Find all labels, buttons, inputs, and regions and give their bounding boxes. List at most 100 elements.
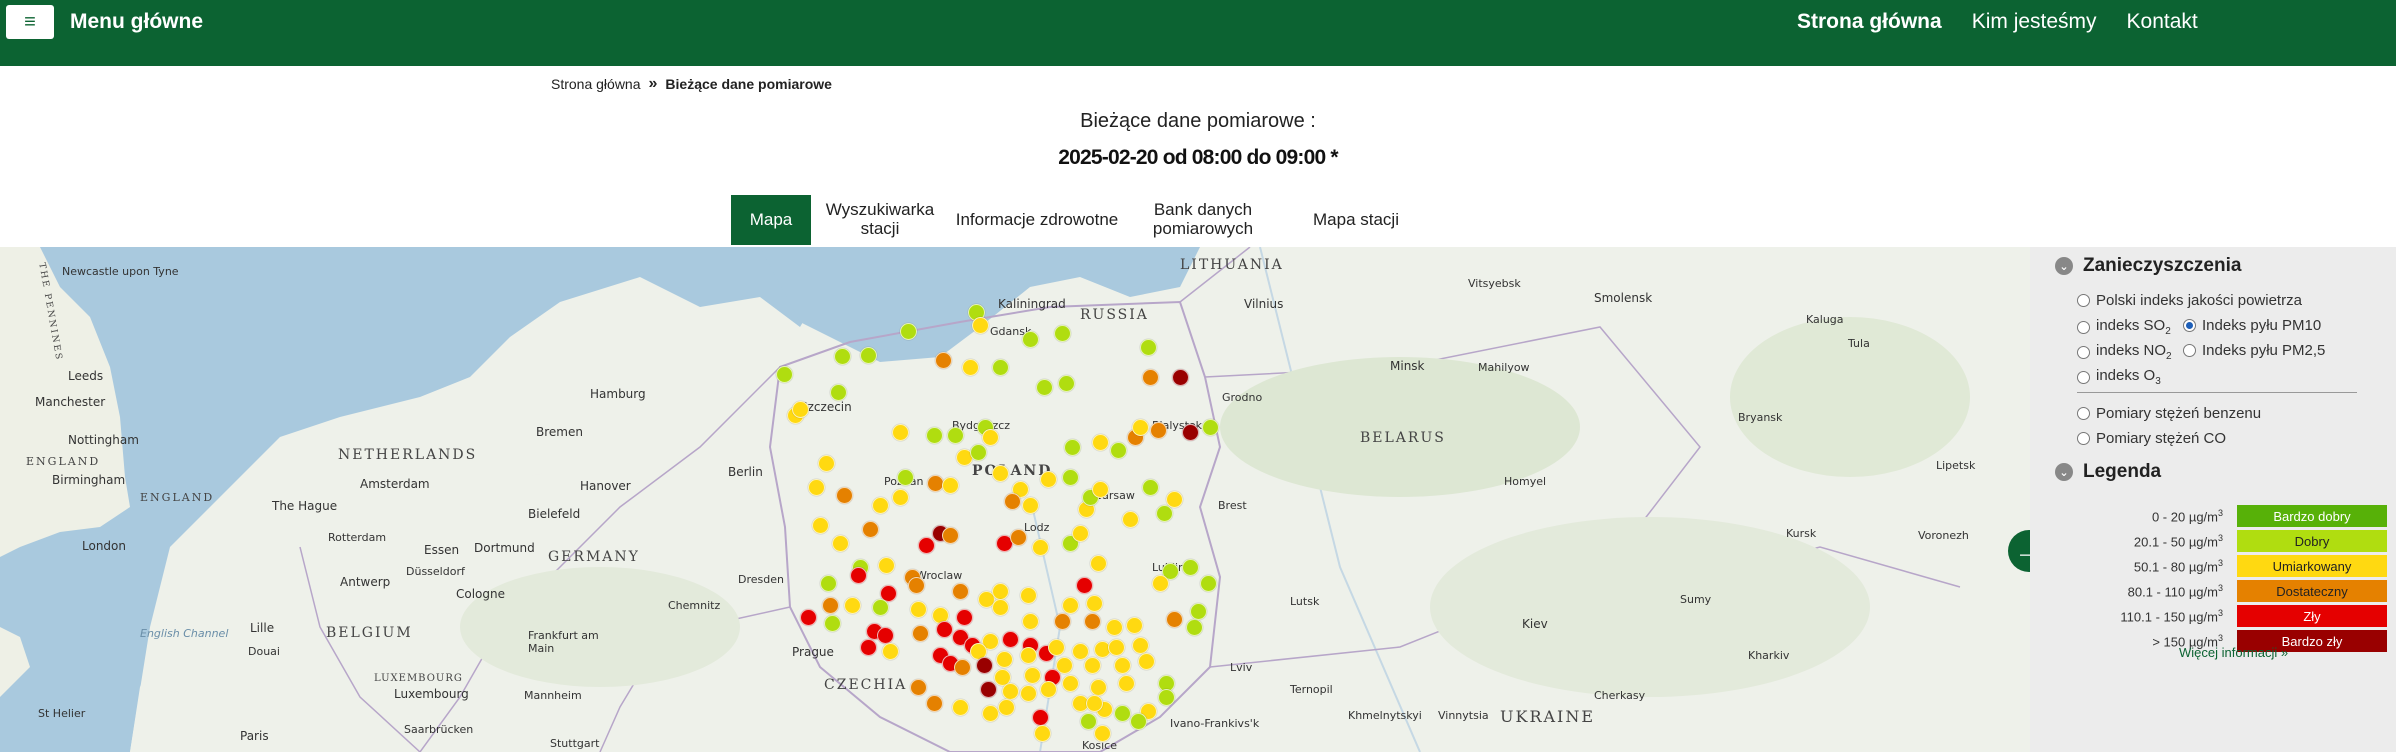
station-marker[interactable] (992, 359, 1009, 376)
station-marker[interactable] (1092, 434, 1109, 451)
station-marker[interactable] (1020, 587, 1037, 604)
station-marker[interactable] (1122, 511, 1139, 528)
radio-no2[interactable] (2077, 345, 2090, 359)
station-marker[interactable] (1020, 685, 1037, 702)
station-marker[interactable] (1142, 369, 1159, 386)
station-marker[interactable] (882, 643, 899, 660)
station-marker[interactable] (808, 479, 825, 496)
station-marker[interactable] (1132, 419, 1149, 436)
station-marker[interactable] (1172, 369, 1189, 386)
station-marker[interactable] (822, 597, 839, 614)
station-marker[interactable] (1034, 725, 1051, 742)
station-marker[interactable] (1094, 725, 1111, 742)
radio-benzene[interactable] (2077, 407, 2090, 420)
station-marker[interactable] (970, 444, 987, 461)
station-marker[interactable] (1138, 653, 1155, 670)
station-marker[interactable] (1158, 689, 1175, 706)
station-marker[interactable] (992, 599, 1009, 616)
station-marker[interactable] (1040, 681, 1057, 698)
radio-co[interactable] (2077, 432, 2090, 445)
option-benzene[interactable]: Pomiary stężeń benzenu (2077, 405, 2261, 422)
station-marker[interactable] (1010, 529, 1027, 546)
more-info-link[interactable]: Więcej informacji » (2179, 645, 2288, 660)
station-marker[interactable] (830, 384, 847, 401)
station-marker[interactable] (1004, 493, 1021, 510)
station-marker[interactable] (1084, 613, 1101, 630)
station-marker[interactable] (996, 651, 1013, 668)
station-marker[interactable] (800, 609, 817, 626)
station-marker[interactable] (1062, 597, 1079, 614)
station-marker[interactable] (844, 597, 861, 614)
radio-so2[interactable] (2077, 320, 2090, 334)
station-marker[interactable] (918, 537, 935, 554)
radio-o3[interactable] (2077, 370, 2090, 384)
station-marker[interactable] (1140, 339, 1157, 356)
station-marker[interactable] (1132, 637, 1149, 654)
station-marker[interactable] (1022, 331, 1039, 348)
station-marker[interactable] (942, 527, 959, 544)
station-marker[interactable] (992, 583, 1009, 600)
station-marker[interactable] (792, 401, 809, 418)
station-marker[interactable] (1108, 639, 1125, 656)
station-marker[interactable] (936, 621, 953, 638)
station-marker[interactable] (834, 348, 851, 365)
option-aqi[interactable]: Polski indeks jakości powietrza (2077, 292, 2302, 309)
station-marker[interactable] (850, 567, 867, 584)
breadcrumb-home[interactable]: Strona główna (551, 76, 641, 92)
station-marker[interactable] (947, 427, 964, 444)
station-marker[interactable] (1032, 709, 1049, 726)
legend-section-header[interactable]: ⌄ Legenda (2055, 461, 2161, 483)
station-marker[interactable] (1166, 491, 1183, 508)
station-marker[interactable] (892, 424, 909, 441)
station-marker[interactable] (910, 679, 927, 696)
tab-data-bank[interactable]: Bank danych pomiarowych (1125, 195, 1281, 245)
station-marker[interactable] (897, 469, 914, 486)
option-co[interactable]: Pomiary stężeń CO (2077, 430, 2226, 447)
station-marker[interactable] (860, 347, 877, 364)
station-marker[interactable] (1062, 469, 1079, 486)
station-marker[interactable] (1156, 505, 1173, 522)
option-o3[interactable]: indeks O3 (2077, 367, 2161, 387)
station-marker[interactable] (1182, 559, 1199, 576)
station-marker[interactable] (1086, 595, 1103, 612)
station-marker[interactable] (952, 583, 969, 600)
station-marker[interactable] (908, 577, 925, 594)
station-marker[interactable] (1086, 695, 1103, 712)
pollutants-section-header[interactable]: ⌄ Zanieczyszczenia (2055, 255, 2241, 277)
station-marker[interactable] (1126, 617, 1143, 634)
station-marker[interactable] (926, 427, 943, 444)
station-marker[interactable] (1084, 657, 1101, 674)
station-marker[interactable] (900, 323, 917, 340)
station-marker[interactable] (1040, 471, 1057, 488)
station-marker[interactable] (1020, 647, 1037, 664)
station-marker[interactable] (1114, 705, 1131, 722)
station-marker[interactable] (1130, 713, 1147, 730)
station-marker[interactable] (972, 317, 989, 334)
station-marker[interactable] (962, 359, 979, 376)
station-marker[interactable] (877, 627, 894, 644)
station-marker[interactable] (820, 575, 837, 592)
station-marker[interactable] (1190, 603, 1207, 620)
station-marker[interactable] (1110, 442, 1127, 459)
station-marker[interactable] (954, 659, 971, 676)
tab-map[interactable]: Mapa (731, 195, 811, 245)
station-marker[interactable] (982, 705, 999, 722)
station-marker[interactable] (1080, 713, 1097, 730)
nav-link-contact[interactable]: Kontakt (2127, 10, 2198, 34)
nav-link-about[interactable]: Kim jesteśmy (1972, 10, 2097, 34)
station-marker[interactable] (872, 497, 889, 514)
option-pm25[interactable]: Indeks pyłu PM2,5 (2183, 342, 2325, 359)
station-marker[interactable] (1106, 619, 1123, 636)
station-marker[interactable] (1118, 675, 1135, 692)
station-marker[interactable] (1048, 639, 1065, 656)
station-marker[interactable] (776, 366, 793, 383)
station-marker[interactable] (910, 601, 927, 618)
station-marker[interactable] (1114, 657, 1131, 674)
station-marker[interactable] (1032, 539, 1049, 556)
station-marker[interactable] (956, 609, 973, 626)
station-marker[interactable] (980, 681, 997, 698)
station-marker[interactable] (862, 521, 879, 538)
station-marker[interactable] (1092, 481, 1109, 498)
radio-aqi[interactable] (2077, 294, 2090, 307)
station-marker[interactable] (818, 455, 835, 472)
